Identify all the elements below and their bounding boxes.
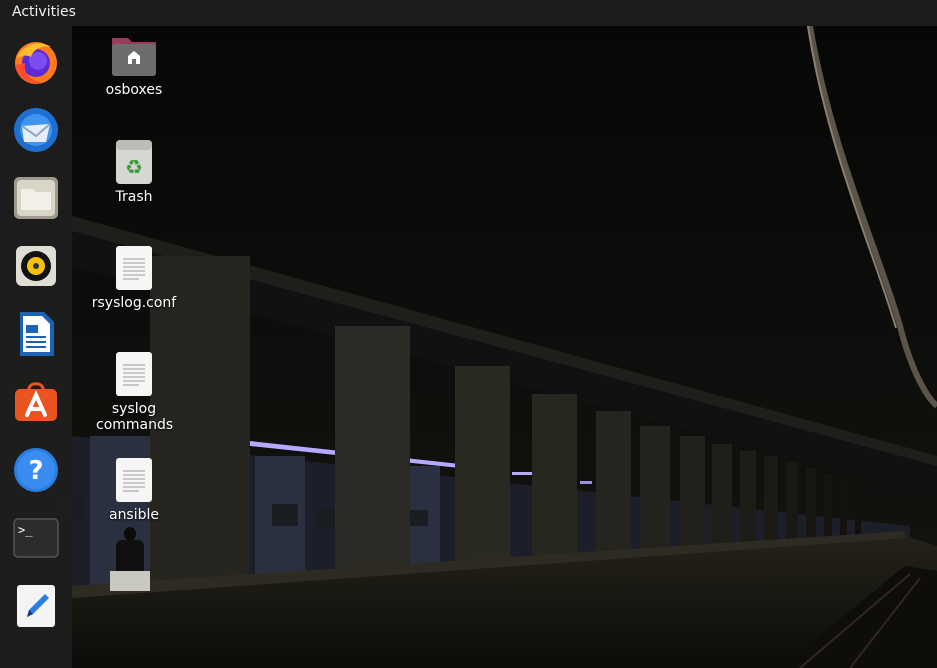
dock-item-rhythmbox[interactable] (12, 242, 60, 290)
dock-item-files[interactable] (12, 174, 60, 222)
text-file-icon (116, 246, 152, 290)
svg-text:♻: ♻ (125, 155, 143, 179)
dock-item-help[interactable]: ? (12, 446, 60, 494)
dock-item-thunderbird[interactable] (12, 106, 60, 154)
dock: ? >_ (0, 26, 72, 668)
desktop-icon-syslog-commands[interactable]: syslog commands (79, 351, 189, 433)
files-icon (14, 177, 58, 219)
desktop-icon-trash[interactable]: ♻ Trash (79, 139, 189, 205)
desktop-icon-rsyslog-conf[interactable]: rsyslog.conf (79, 245, 189, 311)
subway-station-image (0, 26, 937, 668)
desktop-icon-label: osboxes (105, 82, 163, 98)
trash-icon: ♻ (116, 140, 152, 184)
thunderbird-icon (14, 108, 58, 152)
desktop-icon-ansible[interactable]: ansible (79, 457, 189, 523)
dock-item-ubuntu-software[interactable] (12, 378, 60, 426)
dock-item-libreoffice-writer[interactable] (12, 310, 60, 358)
svg-text:>_: >_ (18, 523, 33, 537)
dock-item-text-editor[interactable] (12, 582, 60, 630)
firefox-icon (15, 42, 57, 84)
home-folder-icon (112, 38, 156, 76)
text-file-icon (116, 352, 152, 396)
top-bar: Activities (0, 0, 937, 26)
dock-item-terminal[interactable]: >_ (12, 514, 60, 562)
rhythmbox-icon (16, 246, 56, 286)
text-file-icon (116, 458, 152, 502)
activities-button[interactable]: Activities (12, 4, 76, 20)
desktop-icon-label: Trash (115, 189, 153, 205)
libreoffice-writer-icon (20, 312, 54, 356)
desktop-icon-osboxes[interactable]: osboxes (79, 34, 189, 98)
software-center-icon (15, 382, 57, 421)
desktop-icon-label: syslog commands (96, 401, 174, 433)
help-icon: ? (14, 448, 58, 492)
desktop-icon-label: ansible (108, 507, 160, 523)
svg-text:?: ? (28, 456, 43, 486)
dock-item-firefox[interactable] (12, 38, 60, 86)
terminal-icon: >_ (13, 518, 59, 558)
text-editor-icon (17, 585, 55, 627)
desktop-wallpaper (0, 26, 937, 668)
desktop-icon-label: rsyslog.conf (91, 295, 177, 311)
